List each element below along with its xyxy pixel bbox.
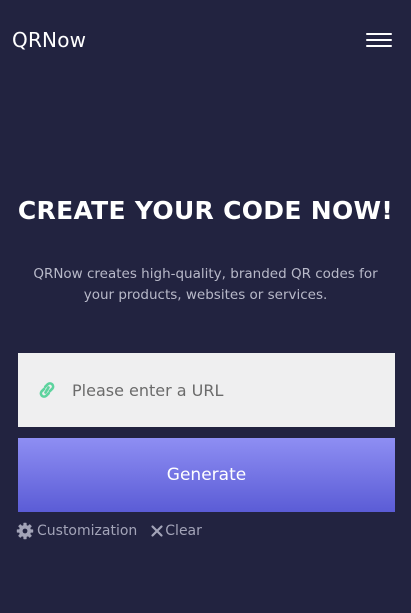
clear-label: Clear — [165, 523, 202, 539]
menu-line — [366, 39, 392, 41]
top-bar: QRNow — [0, 0, 411, 80]
hero-description: QRNow creates high-quality, branded QR c… — [33, 266, 378, 303]
menu-line — [366, 33, 392, 35]
hamburger-menu-icon[interactable] — [360, 28, 396, 54]
link-icon — [35, 379, 59, 401]
clear-button[interactable]: Clear — [150, 523, 202, 539]
close-icon — [150, 524, 164, 538]
brand-logo[interactable]: QRNow — [12, 28, 86, 52]
customization-button[interactable]: Customization — [16, 522, 137, 540]
generate-button[interactable]: Generate — [18, 438, 395, 512]
menu-line — [366, 45, 392, 47]
customization-label: Customization — [37, 523, 138, 539]
url-input[interactable] — [72, 353, 382, 427]
options-row: Customization Clear — [16, 520, 202, 542]
url-input-container[interactable] — [18, 353, 395, 427]
hero-title: CREATE YOUR CODE NOW! — [17, 196, 394, 225]
gear-icon — [16, 522, 34, 540]
